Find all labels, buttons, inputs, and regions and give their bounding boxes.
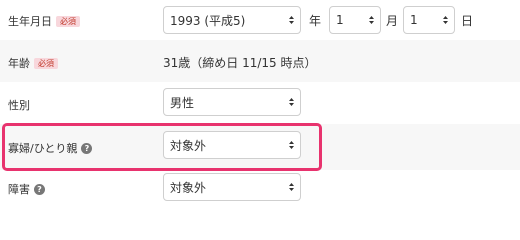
gender-value: 男性 bbox=[170, 95, 195, 110]
age-value: 31歳（締め日 11/15 時点） bbox=[163, 56, 317, 70]
select-arrows-icon bbox=[289, 15, 294, 25]
single-parent-label: 寡婦/ひとり親 bbox=[8, 142, 78, 155]
disability-value: 対象外 bbox=[170, 180, 207, 195]
select-arrows-icon bbox=[369, 15, 374, 25]
select-arrows-icon bbox=[443, 15, 448, 25]
gender-label-group: 性別 bbox=[8, 97, 30, 113]
disability-row: 障害 ? 対象外 bbox=[0, 170, 520, 208]
required-badge: 必須 bbox=[34, 57, 58, 69]
help-icon[interactable]: ? bbox=[81, 142, 93, 154]
gender-row: 性別 男性 bbox=[0, 82, 520, 124]
age-label: 年齢 bbox=[8, 57, 30, 70]
single-parent-value: 対象外 bbox=[170, 138, 207, 153]
birth-day-value: 1 bbox=[410, 13, 418, 27]
single-parent-label-group: 寡婦/ひとり親 ? bbox=[8, 140, 93, 156]
age-row: 年齢 必須 31歳（締め日 11/15 時点） bbox=[0, 40, 520, 82]
birth-month-select[interactable]: 1 bbox=[329, 6, 381, 34]
birth-year-unit: 年 bbox=[309, 14, 322, 28]
birth-month-unit: 月 bbox=[386, 14, 399, 28]
birthdate-label-group: 生年月日 必須 bbox=[8, 13, 80, 29]
birth-year-value: 1993 (平成5) bbox=[170, 13, 246, 28]
select-arrows-icon bbox=[289, 140, 294, 150]
disability-select[interactable]: 対象外 bbox=[163, 173, 301, 201]
age-label-group: 年齢 必須 bbox=[8, 55, 58, 71]
birthdate-label: 生年月日 bbox=[8, 15, 52, 28]
select-arrows-icon bbox=[289, 182, 294, 192]
birth-day-unit: 日 bbox=[461, 14, 474, 28]
gender-label: 性別 bbox=[8, 99, 30, 112]
gender-select[interactable]: 男性 bbox=[163, 88, 301, 116]
single-parent-row: 寡婦/ひとり親 ? 対象外 bbox=[0, 124, 520, 170]
birthdate-row: 生年月日 必須 1993 (平成5) 年 1 月 1 日 bbox=[0, 0, 520, 40]
single-parent-select[interactable]: 対象外 bbox=[163, 131, 301, 159]
disability-label: 障害 bbox=[8, 183, 30, 196]
birth-year-select[interactable]: 1993 (平成5) bbox=[163, 6, 301, 34]
help-icon[interactable]: ? bbox=[34, 183, 45, 195]
disability-label-group: 障害 ? bbox=[8, 181, 45, 197]
select-arrows-icon bbox=[289, 97, 294, 107]
birth-day-select[interactable]: 1 bbox=[403, 6, 455, 34]
birth-month-value: 1 bbox=[336, 13, 344, 27]
required-badge: 必須 bbox=[56, 15, 80, 27]
